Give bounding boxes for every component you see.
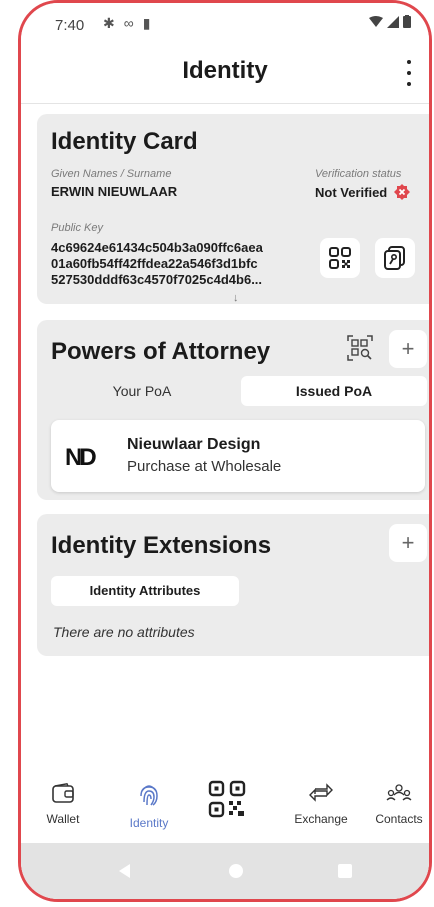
company-logo: ND [65, 444, 97, 471]
more-options-icon[interactable] [403, 60, 415, 86]
nav-contacts[interactable]: Contacts [363, 783, 429, 826]
status-time: 7:40 [55, 17, 85, 34]
nav-exchange[interactable]: Exchange [285, 783, 357, 826]
settings-gear-icon: ✱ [103, 15, 115, 31]
copy-key-button[interactable] [375, 238, 415, 278]
poa-tabs: Your PoA Issued PoA [51, 376, 429, 406]
expand-arrow-icon[interactable]: ↓ [233, 292, 239, 304]
qr-search-icon [347, 335, 373, 361]
signal-icon [387, 15, 399, 28]
link-icon: ∞ [123, 15, 134, 31]
status-icons-left: ✱ ∞ ▮ [103, 15, 150, 32]
content-area: Identity Card Given Names / Surname ERWI… [21, 104, 429, 775]
page-title: Identity [182, 57, 268, 84]
public-key-label: Public Key [51, 222, 103, 234]
nav-wallet-label: Wallet [46, 812, 80, 826]
identity-card-title: Identity Card [51, 128, 198, 155]
status-bar: 7:40 ✱ ∞ ▮ [21, 3, 429, 43]
system-nav-bar [21, 843, 429, 899]
add-poa-button[interactable]: + [389, 330, 427, 368]
battery-icon [403, 15, 411, 28]
nav-exchange-label: Exchange [294, 812, 348, 826]
public-key-line: 4c69624e61434c504b3a090ffc6aea [51, 240, 263, 255]
identity-card: Identity Card Given Names / Surname ERWI… [37, 114, 429, 304]
qr-code-icon [329, 247, 351, 269]
sim-card-icon: ▮ [142, 15, 151, 31]
verification-value: Not Verified [315, 185, 388, 200]
phone-frame: 7:40 ✱ ∞ ▮ Identity Identity Card Given … [18, 0, 432, 902]
public-key-line: 527530dddf63c4570f7025c4d4b6... [51, 272, 263, 287]
empty-attributes-text: There are no attributes [53, 624, 195, 640]
tab-your-poa[interactable]: Your PoA [51, 376, 233, 406]
key-document-icon [384, 246, 405, 270]
error-x-icon [393, 184, 410, 200]
identity-extensions-card: Identity Extensions + Identity Attribute… [37, 514, 429, 656]
nav-wallet[interactable]: Wallet [27, 783, 99, 826]
nav-scan[interactable] [191, 779, 263, 824]
verification-label: Verification status [315, 168, 402, 180]
show-qr-button[interactable] [320, 238, 360, 278]
scan-poa-button[interactable] [342, 330, 378, 366]
poa-list-item[interactable]: ND Nieuwlaar Design Purchase at Wholesal… [51, 420, 425, 492]
contacts-icon [386, 784, 412, 801]
plus-icon: + [401, 336, 415, 361]
fingerprint-icon [140, 785, 158, 806]
qr-scan-icon [208, 780, 246, 818]
screen: 7:40 ✱ ∞ ▮ Identity Identity Card Given … [21, 3, 429, 899]
status-icons-right [369, 15, 411, 28]
powers-of-attorney-card: Powers of Attorney + Your PoA Issued PoA… [37, 320, 429, 500]
tab-issued-poa[interactable]: Issued PoA [241, 376, 427, 406]
identity-name: ERWIN NIEUWLAAR [51, 184, 178, 199]
extensions-title: Identity Extensions [51, 532, 272, 559]
bottom-navigation: Wallet Identity Exchange Contacts [21, 775, 429, 843]
public-key-line: 01a60fb54ff42ffdea22a546f3d1bfc [51, 256, 258, 271]
identity-attributes-chip[interactable]: Identity Attributes [51, 576, 239, 606]
nav-identity-label: Identity [129, 816, 169, 830]
nav-identity[interactable]: Identity [113, 783, 185, 830]
nav-contacts-label: Contacts [375, 812, 423, 826]
verification-status: Not Verified [315, 184, 410, 200]
poa-description: Purchase at Wholesale [127, 458, 282, 475]
public-key: 4c69624e61434c504b3a090ffc6aea 01a60fb54… [51, 240, 321, 288]
add-extension-button[interactable]: + [389, 524, 427, 562]
exchange-icon [309, 783, 333, 802]
back-icon[interactable] [119, 864, 130, 878]
poa-title: Powers of Attorney [51, 338, 271, 365]
wallet-icon [52, 783, 74, 803]
poa-company-name: Nieuwlaar Design [127, 436, 261, 453]
home-icon[interactable] [229, 864, 243, 878]
wifi-icon [369, 15, 383, 27]
app-bar: Identity [21, 47, 429, 104]
recent-apps-icon[interactable] [338, 864, 352, 878]
plus-icon: + [401, 530, 415, 555]
names-label: Given Names / Surname [51, 168, 172, 180]
